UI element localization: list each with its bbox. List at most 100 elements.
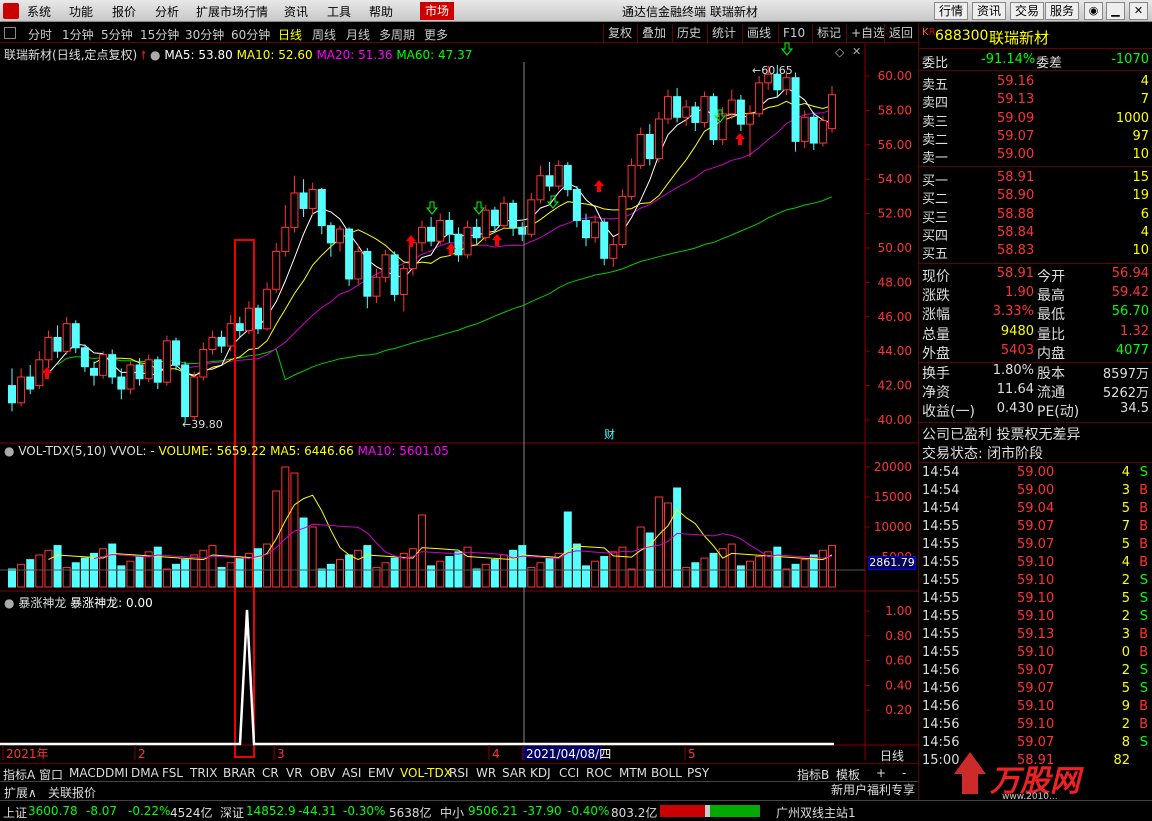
indicator-tab-20[interactable]: MTM bbox=[619, 766, 647, 780]
tick-time: 14:56 bbox=[922, 717, 960, 732]
kline-chart[interactable]: 60.00 58.00 56.00 54.00 52.00 50.00 48.00 46.00… bbox=[0, 0, 918, 760]
volume-bar bbox=[235, 557, 244, 588]
ask-price[interactable]: 59.13 bbox=[997, 92, 1034, 107]
price-axis-label: 58.00 bbox=[878, 103, 912, 117]
ask-price[interactable]: 59.07 bbox=[997, 129, 1034, 144]
indicator-tab-3[interactable]: DMI bbox=[105, 766, 128, 780]
volume-bar bbox=[627, 568, 636, 588]
ind-settings-icon[interactable]: ● bbox=[4, 596, 14, 610]
sz-label[interactable]: 深证 bbox=[220, 804, 244, 821]
indicator-tab-4[interactable]: DMA bbox=[131, 766, 159, 780]
bid-price[interactable]: 58.83 bbox=[997, 243, 1034, 258]
indicator-tab-19[interactable]: ROC bbox=[586, 766, 612, 780]
price-axis-label: 46.00 bbox=[878, 310, 912, 324]
volume-bar bbox=[153, 546, 162, 588]
indicator-tab-9[interactable]: VR bbox=[286, 766, 303, 780]
indicator-tab-22[interactable]: PSY bbox=[687, 766, 709, 780]
add-tab[interactable]: + bbox=[876, 766, 886, 780]
candle-body bbox=[272, 250, 281, 290]
zx-percent: -0.40% bbox=[567, 804, 610, 818]
ask-price[interactable]: 59.09 bbox=[997, 111, 1034, 126]
bid-price[interactable]: 58.91 bbox=[997, 170, 1034, 185]
vol-ma10-value: MA10: 5601.05 bbox=[357, 444, 449, 458]
vol-settings-icon[interactable]: ● bbox=[4, 444, 14, 458]
indicator-tab-8[interactable]: CR bbox=[262, 766, 279, 780]
bid-price[interactable]: 58.88 bbox=[997, 207, 1034, 222]
server-station[interactable]: 广州双线主站1 bbox=[776, 804, 856, 821]
news-button[interactable]: 资讯 bbox=[972, 2, 1007, 20]
candle-body bbox=[299, 192, 308, 209]
quote-button[interactable]: 行情 bbox=[934, 2, 969, 20]
low-price-label: ←39.80 bbox=[182, 418, 223, 431]
volume-bar bbox=[17, 563, 26, 588]
ma5-value: MA5: 53.80 bbox=[164, 48, 233, 62]
volume-bar bbox=[600, 556, 609, 588]
volume-bar bbox=[8, 568, 16, 588]
candle-body bbox=[372, 276, 381, 297]
volume-bar bbox=[673, 487, 682, 588]
diamond-icon[interactable]: ◇ bbox=[835, 45, 844, 59]
candle-body bbox=[618, 195, 627, 246]
indicator-tab-15[interactable]: WR bbox=[476, 766, 496, 780]
indicator-tab-18[interactable]: CCI bbox=[559, 766, 579, 780]
tick-time: 14:55 bbox=[922, 573, 960, 588]
indicator-tab-16[interactable]: SAR bbox=[502, 766, 526, 780]
tick-time: 14:56 bbox=[922, 681, 960, 696]
candle-body bbox=[153, 359, 162, 383]
weibi-label: 委比 bbox=[922, 56, 949, 71]
sh-label[interactable]: 上证 bbox=[3, 804, 27, 821]
ma-settings-icon[interactable]: ● bbox=[150, 48, 160, 62]
indicator-tab-11[interactable]: ASI bbox=[342, 766, 361, 780]
indicator-tab-5[interactable]: FSL bbox=[162, 766, 183, 780]
vol-title: VOL-TDX(5,10) bbox=[18, 444, 107, 458]
stat-label: 最高 bbox=[1037, 288, 1065, 305]
indicator-tab-12[interactable]: EMV bbox=[368, 766, 394, 780]
candle-body bbox=[44, 336, 53, 361]
volume-bar bbox=[755, 556, 764, 588]
related-quote-tab[interactable]: 关联报价 bbox=[48, 784, 96, 801]
restore-icon[interactable]: ◉ bbox=[1084, 2, 1103, 20]
volume-bar bbox=[645, 532, 654, 588]
candle-body bbox=[336, 228, 344, 244]
close-icon[interactable]: ✕ bbox=[1129, 2, 1148, 20]
candle-body bbox=[472, 226, 481, 239]
indicator-tab-10[interactable]: OBV bbox=[310, 766, 336, 780]
volume-bar bbox=[26, 559, 35, 588]
candle-body bbox=[591, 221, 600, 239]
tick-time: 14:55 bbox=[922, 537, 960, 552]
bid-price[interactable]: 58.84 bbox=[997, 225, 1034, 240]
indicator-tab-17[interactable]: KDJ bbox=[530, 766, 551, 780]
expand-tab[interactable]: 扩展∧ bbox=[4, 784, 37, 801]
indicator-tab-2[interactable]: MACD bbox=[69, 766, 105, 780]
zx-label[interactable]: 中小 bbox=[440, 804, 464, 821]
indicator-tab-13[interactable]: VOL-TDX bbox=[400, 766, 452, 780]
candle-body bbox=[381, 254, 390, 278]
remove-tab[interactable]: - bbox=[902, 766, 906, 780]
indicator-tab-14[interactable]: RSI bbox=[449, 766, 469, 780]
tick-side: S bbox=[1139, 663, 1148, 678]
volume-bar bbox=[518, 545, 527, 588]
sh-change: -8.07 bbox=[86, 804, 118, 818]
price-axis-label: 52.00 bbox=[878, 207, 912, 221]
ask-label: 卖二 bbox=[922, 132, 949, 148]
watermark-arrow-icon bbox=[954, 752, 986, 794]
tick-side: S bbox=[1139, 681, 1148, 696]
sell-signal-icon bbox=[425, 201, 439, 215]
volume-bar bbox=[618, 546, 627, 588]
ask-price[interactable]: 59.00 bbox=[997, 147, 1034, 162]
candle-body bbox=[281, 226, 290, 252]
indicator-tab-21[interactable]: BOLL bbox=[651, 766, 682, 780]
volume-bar bbox=[582, 565, 590, 588]
close-panel-icon[interactable]: ✕ bbox=[852, 45, 861, 58]
promo-text[interactable]: 新用户福利专享 bbox=[831, 781, 915, 798]
candle-body bbox=[572, 189, 581, 221]
service-button[interactable]: 服务 bbox=[1045, 2, 1080, 20]
indicator-tab-6[interactable]: TRIX bbox=[190, 766, 217, 780]
bid-price[interactable]: 58.90 bbox=[997, 188, 1034, 203]
trade-button[interactable]: 交易 bbox=[1010, 2, 1045, 20]
stat-value: 1.90 bbox=[1005, 285, 1034, 301]
indicator-tab-7[interactable]: BRAR bbox=[223, 766, 256, 780]
minimize-icon[interactable]: ▁ bbox=[1106, 2, 1125, 20]
ask-price[interactable]: 59.16 bbox=[997, 74, 1034, 89]
price-axis-label: 40.00 bbox=[878, 413, 912, 427]
